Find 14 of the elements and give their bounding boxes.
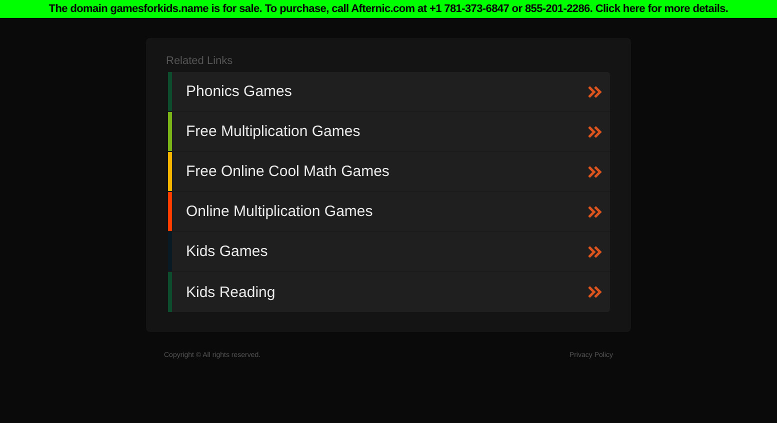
related-link[interactable]: Free Multiplication Games bbox=[172, 112, 610, 151]
double-chevron-icon bbox=[588, 166, 602, 178]
related-link[interactable]: Phonics Games bbox=[172, 72, 610, 111]
double-chevron-icon bbox=[588, 286, 602, 298]
related-link[interactable]: Kids Games bbox=[172, 232, 610, 271]
double-chevron-icon bbox=[588, 206, 602, 218]
related-link[interactable]: Online Multiplication Games bbox=[172, 192, 610, 231]
double-chevron-icon bbox=[588, 126, 602, 138]
double-chevron-icon bbox=[588, 246, 602, 258]
related-link[interactable]: Free Online Cool Math Games bbox=[172, 152, 610, 191]
sale-banner[interactable]: The domain gamesforkids.name is for sale. To purchase, call Afternic.com at +1 781-373-6847 or 855-201-2286. Click here for more details. bbox=[0, 0, 777, 19]
related-link[interactable]: Kids Reading bbox=[172, 272, 610, 312]
panel-heading: Related Links bbox=[166, 55, 234, 67]
double-chevron-icon bbox=[588, 86, 602, 98]
